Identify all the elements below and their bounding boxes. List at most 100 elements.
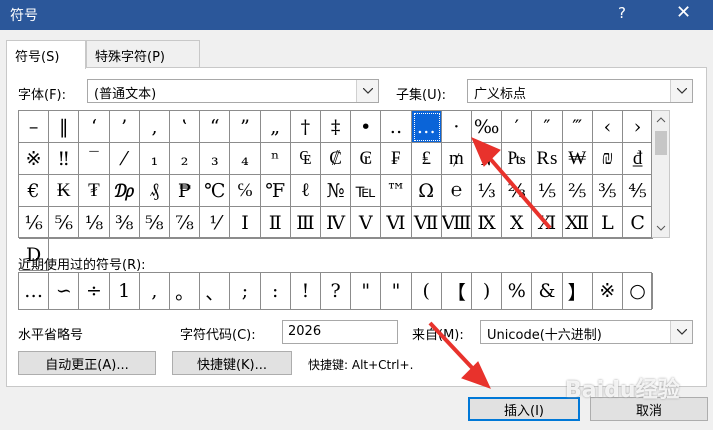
symbol-cell[interactable]: Ω xyxy=(411,175,442,207)
symbol-cell[interactable]: › xyxy=(623,111,654,143)
symbol-cell[interactable]: Ⅰ xyxy=(230,207,261,239)
symbol-cell[interactable]: ℅ xyxy=(230,175,261,207)
chevron-down-icon[interactable] xyxy=(670,321,692,343)
symbol-cell[interactable]: ₮ xyxy=(79,175,110,207)
recent-symbol-cell[interactable]: 。 xyxy=(170,273,201,309)
symbol-cell[interactable]: Ⅸ xyxy=(472,207,503,239)
symbol-cell[interactable]: ₢ xyxy=(351,143,382,175)
recent-symbol-cell[interactable]: ) xyxy=(472,273,503,309)
symbol-cell[interactable]: Ⅲ xyxy=(290,207,321,239)
symbol-cell[interactable]: ‘ xyxy=(79,111,110,143)
symbol-cell[interactable]: Ⅹ xyxy=(502,207,533,239)
symbol-cell[interactable]: ‴ xyxy=(562,111,593,143)
recent-symbol-cell[interactable]: ; xyxy=(230,273,261,309)
symbol-cell[interactable]: ⅜ xyxy=(109,207,140,239)
symbol-cell[interactable]: Ⅺ xyxy=(532,207,563,239)
recent-symbol-cell[interactable]: ? xyxy=(321,273,352,309)
recent-symbol-cell[interactable]: 1 xyxy=(110,273,140,309)
symbol-cell[interactable]: “ xyxy=(200,111,231,143)
symbol-cell[interactable]: ₪ xyxy=(592,143,623,175)
shortcut-key-button[interactable]: 快捷键(K)... xyxy=(172,351,292,375)
symbol-cell[interactable]: Ⅽ xyxy=(623,207,654,239)
symbol-cell[interactable]: ⅚ xyxy=(49,207,80,239)
symbol-cell[interactable]: ′ xyxy=(502,111,533,143)
subset-select[interactable]: 广义标点 xyxy=(467,79,693,103)
symbol-cell[interactable]: Ⅴ xyxy=(351,207,382,239)
symbol-cell[interactable]: ₨ xyxy=(532,143,563,175)
recent-symbol-cell[interactable]: ÷ xyxy=(79,273,110,309)
char-code-input[interactable]: 2026 xyxy=(282,320,398,344)
symbol-cell[interactable]: € xyxy=(19,175,50,207)
recent-symbol-cell[interactable]: ( xyxy=(412,273,442,309)
recent-symbol-cell[interactable]: 【 xyxy=(442,273,472,309)
close-icon[interactable]: ✕ xyxy=(676,2,691,23)
tab-symbols[interactable]: 符号(S) xyxy=(6,40,86,69)
insert-button[interactable]: 插入(I) xyxy=(468,397,580,421)
recent-symbol-cell[interactable]: ※ xyxy=(593,273,623,309)
symbol-cell[interactable]: ℃ xyxy=(200,175,231,207)
recent-symbol-cell[interactable]: " xyxy=(351,273,382,309)
symbol-cell[interactable]: ₦ xyxy=(472,143,503,175)
scrollbar-thumb[interactable] xyxy=(655,131,667,155)
symbol-cell[interactable]: ‛ xyxy=(170,111,201,143)
symbol-cell[interactable]: ₂ xyxy=(170,143,201,175)
symbol-cell[interactable]: ₡ xyxy=(321,143,352,175)
symbol-cell[interactable]: ⁿ xyxy=(260,143,291,175)
symbol-cell[interactable]: ⅘ xyxy=(623,175,654,207)
symbol-cell[interactable]: ” xyxy=(230,111,261,143)
symbol-cell[interactable]: ₭ xyxy=(49,175,80,207)
recent-symbol-cell[interactable]: 、 xyxy=(200,273,231,309)
symbol-cell[interactable]: ⅞ xyxy=(170,207,201,239)
symbol-cell[interactable]: ‾ xyxy=(79,143,110,175)
symbol-cell[interactable]: ℡ xyxy=(351,175,382,207)
recent-symbol-cell[interactable]: ∽ xyxy=(49,273,80,309)
symbol-cell[interactable]: Ⅵ xyxy=(381,207,412,239)
symbol-cell[interactable]: ⁄ xyxy=(109,143,140,175)
symbol-cell[interactable]: ₄ xyxy=(230,143,261,175)
symbol-cell[interactable]: ₱ xyxy=(170,175,201,207)
tab-special-characters[interactable]: 特殊字符(P) xyxy=(86,40,200,68)
symbol-cell[interactable]: ⅕ xyxy=(532,175,563,207)
symbol-cell[interactable]: – xyxy=(19,111,50,143)
symbol-cell[interactable]: ℉ xyxy=(260,175,291,207)
font-select[interactable]: (普通文本) xyxy=(87,79,379,103)
symbol-cell[interactable]: ₯ xyxy=(109,175,140,207)
symbol-cell[interactable]: Ⅼ xyxy=(592,207,623,239)
symbol-cell[interactable]: ⅛ xyxy=(79,207,110,239)
help-icon[interactable]: ? xyxy=(618,4,626,22)
symbol-cell[interactable]: ‖ xyxy=(49,111,80,143)
symbol-cell[interactable]: • xyxy=(351,111,382,143)
symbol-cell[interactable]: Ⅱ xyxy=(260,207,291,239)
symbol-cell[interactable]: ⅙ xyxy=(19,207,50,239)
symbol-cell[interactable]: ⅖ xyxy=(562,175,593,207)
symbol-cell[interactable]: † xyxy=(290,111,321,143)
symbol-cell[interactable]: · xyxy=(441,111,472,143)
symbol-cell[interactable]: „ xyxy=(260,111,291,143)
recent-symbol-cell[interactable]: ○ xyxy=(623,273,654,309)
recent-symbol-cell[interactable]: : xyxy=(261,273,291,309)
recent-symbol-cell[interactable]: ! xyxy=(291,273,321,309)
symbol-cell[interactable]: ⅗ xyxy=(592,175,623,207)
symbol-cell[interactable]: Ⅷ xyxy=(441,207,472,239)
symbol-cell[interactable]: ™ xyxy=(381,175,412,207)
symbol-cell[interactable]: ₰ xyxy=(139,175,170,207)
symbol-cell[interactable]: ℓ xyxy=(290,175,321,207)
recent-symbol-cell[interactable]: " xyxy=(381,273,412,309)
symbol-cell[interactable]: ₃ xyxy=(200,143,231,175)
symbol-cell[interactable]: ‼ xyxy=(49,143,80,175)
symbol-cell[interactable]: Ⅻ xyxy=(562,207,593,239)
recent-symbol-cell[interactable]: 】 xyxy=(563,273,593,309)
symbol-cell[interactable]: ₁ xyxy=(139,143,170,175)
symbol-cell[interactable]: ″ xyxy=(532,111,563,143)
symbol-cell[interactable]: ₥ xyxy=(441,143,472,175)
symbol-cell[interactable]: Ⅳ xyxy=(321,207,352,239)
from-select[interactable]: Unicode(十六进制) xyxy=(480,320,693,344)
symbol-cell[interactable]: ‰ xyxy=(472,111,503,143)
symbol-cell[interactable]: … xyxy=(411,111,442,143)
symbol-cell[interactable]: ₫ xyxy=(623,143,654,175)
symbol-cell[interactable]: ₣ xyxy=(381,143,412,175)
symbol-cell[interactable]: Ⅶ xyxy=(411,207,442,239)
symbol-cell[interactable]: ₠ xyxy=(290,143,321,175)
symbol-cell[interactable]: ‚ xyxy=(139,111,170,143)
symbol-cell[interactable]: ⅓ xyxy=(472,175,503,207)
